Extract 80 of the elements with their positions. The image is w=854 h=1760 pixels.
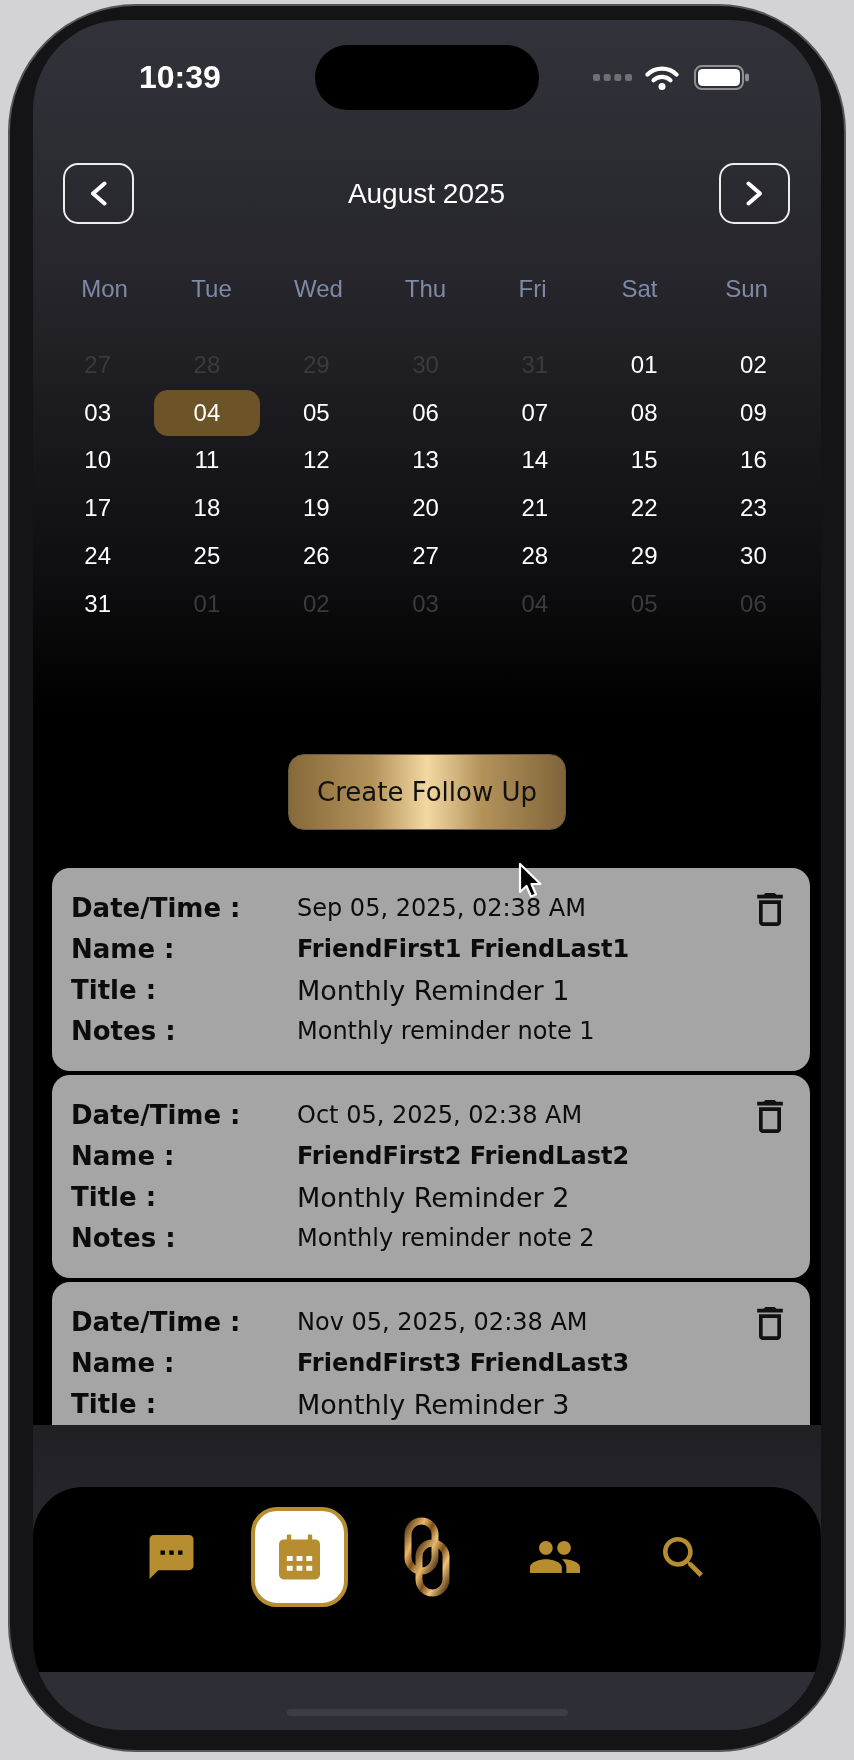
status-time: 10:39	[139, 59, 221, 96]
title-value: Monthly Reminder 3	[297, 1388, 570, 1420]
name-value: FriendFirst1 FriendLast1	[297, 935, 630, 964]
calendar-day[interactable]: 14	[481, 437, 588, 484]
calendar-day[interactable]: 11	[153, 437, 261, 484]
wifi-icon	[645, 65, 679, 90]
previous-month-button[interactable]	[63, 163, 134, 224]
calendar-day[interactable]: 26	[263, 533, 370, 579]
chevron-left-icon	[90, 181, 107, 206]
calendar-icon	[278, 1534, 320, 1580]
field-label: Title :	[71, 975, 157, 1006]
datetime-value: Oct 05, 2025, 02:38 AM	[297, 1101, 583, 1130]
calendar-day[interactable]: 24	[44, 533, 151, 579]
battery-icon	[694, 65, 749, 90]
weekday-label: Wed	[294, 275, 343, 303]
datetime-value: Nov 05, 2025, 02:38 AM	[297, 1308, 588, 1337]
name-value: FriendFirst2 FriendLast2	[297, 1142, 630, 1171]
weekday-label: Mon	[81, 275, 128, 303]
calendar-day[interactable]: 27	[372, 533, 479, 579]
field-label: Title :	[71, 1389, 157, 1420]
field-label: Date/Time :	[71, 1307, 241, 1338]
calendar-day[interactable]: 29	[591, 533, 698, 579]
chat-bubble-icon	[148, 1535, 194, 1579]
notes-value: Monthly reminder note 1	[297, 1017, 595, 1046]
weekday-label: Fri	[518, 275, 547, 303]
trash-icon[interactable]	[757, 1306, 783, 1340]
calendar-day[interactable]: 20	[372, 485, 479, 532]
field-label: Name :	[71, 1348, 175, 1379]
calendar-day[interactable]: 19	[263, 485, 370, 532]
calendar-day[interactable]: 13	[372, 437, 479, 484]
month-title: August 2025	[347, 177, 506, 210]
calendar-tab[interactable]	[250, 1507, 348, 1607]
calendar-day[interactable]: 28	[481, 533, 588, 579]
calendar-day[interactable]: 16	[700, 437, 807, 484]
calendar-day[interactable]: 22	[591, 485, 698, 532]
weekday-label: Sun	[725, 275, 768, 303]
notes-value: Monthly reminder note 2	[297, 1224, 595, 1253]
calendar-day[interactable]: 01	[591, 342, 698, 388]
datetime-value: Sep 05, 2025, 02:38 AM	[297, 894, 586, 923]
weekday-label: Tue	[191, 275, 232, 303]
calendar-day[interactable]: 10	[44, 437, 151, 484]
calendar-day[interactable]: 02	[700, 342, 807, 388]
field-label: Notes :	[71, 1223, 176, 1254]
signal-dots-icon	[593, 74, 632, 81]
title-value: Monthly Reminder 1	[297, 974, 570, 1006]
calendar-day[interactable]: 23	[700, 485, 807, 532]
calendar-day[interactable]: 09	[700, 389, 807, 436]
calendar-day[interactable]: 03	[44, 389, 151, 436]
weekday-label: Sat	[621, 275, 658, 303]
search-icon	[663, 1537, 703, 1577]
calendar-day[interactable]: 25	[153, 533, 261, 579]
calendar-day[interactable]: 18	[153, 485, 261, 532]
calendar-day[interactable]: 12	[263, 437, 370, 484]
field-label: Notes :	[71, 1016, 176, 1047]
field-label: Name :	[71, 934, 175, 965]
calendar-day[interactable]: 21	[481, 485, 588, 532]
trash-icon[interactable]	[757, 892, 783, 926]
next-month-button[interactable]	[719, 163, 790, 224]
weekday-label: Thu	[404, 275, 447, 303]
chevron-right-icon	[746, 181, 763, 206]
calendar-day[interactable]: 30	[700, 533, 807, 579]
field-label: Date/Time :	[71, 893, 241, 924]
calendar-day[interactable]: 04	[153, 389, 261, 436]
mouse-pointer-icon	[518, 862, 543, 899]
chain-link-icon	[404, 1517, 450, 1597]
name-value: FriendFirst3 FriendLast3	[297, 1349, 630, 1378]
title-value: Monthly Reminder 2	[297, 1181, 570, 1213]
create-follow-up-button[interactable]: Create Follow Up	[288, 753, 566, 830]
field-label: Date/Time :	[71, 1100, 241, 1131]
trash-icon[interactable]	[757, 1099, 783, 1133]
calendar-day[interactable]: 15	[591, 437, 698, 484]
calendar-day[interactable]: 17	[44, 485, 151, 532]
field-label: Name :	[71, 1141, 175, 1172]
calendar-day[interactable]: 07	[481, 389, 588, 436]
calendar-day[interactable]: 05	[263, 389, 370, 436]
calendar-day[interactable]: 08	[591, 389, 698, 436]
calendar-day[interactable]: 06	[372, 389, 479, 436]
people-icon	[530, 1541, 580, 1573]
field-label: Title :	[71, 1182, 157, 1213]
calendar-day[interactable]: 31	[44, 581, 151, 627]
